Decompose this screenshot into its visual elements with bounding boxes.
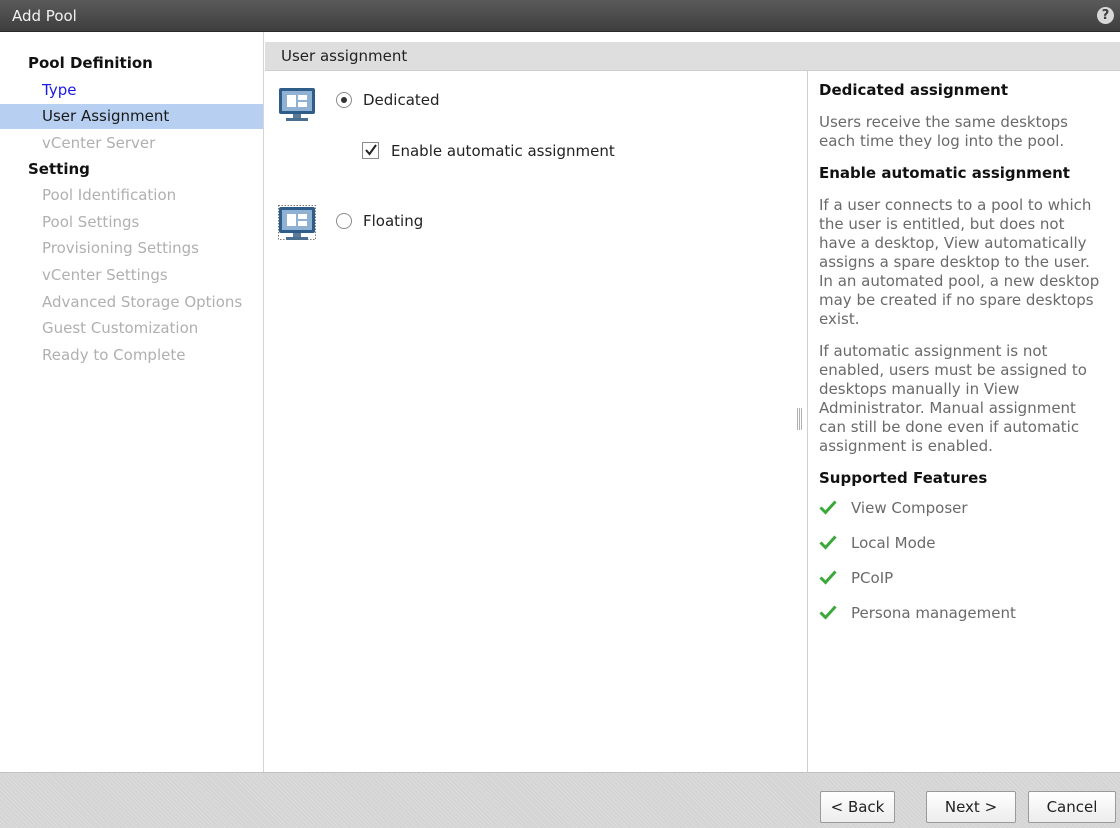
sidebar-item-guest-customization: Guest Customization: [42, 319, 199, 337]
floating-label[interactable]: Floating: [363, 212, 423, 230]
green-checkmark-icon: [819, 535, 837, 550]
help-panel: Dedicated assignment Users receive the s…: [808, 71, 1120, 772]
green-checkmark-icon: [819, 605, 837, 620]
title-bar: Add Pool ?: [0, 0, 1120, 32]
options-panel: Dedicated Enable automatic assignment Fl…: [265, 71, 807, 772]
next-button[interactable]: Next >: [926, 791, 1016, 823]
green-checkmark-icon: [819, 500, 837, 515]
help-auto-text-2: If automatic assignment is not enabled, …: [819, 342, 1087, 455]
dedicated-radio[interactable]: [336, 92, 352, 108]
section-setting: Setting: [28, 160, 90, 178]
feature-item: Local Mode: [819, 534, 1120, 569]
sidebar-item-pool-identification: Pool Identification: [42, 186, 177, 204]
sidebar-item-vcenter-settings: vCenter Settings: [42, 266, 168, 284]
desktop-icon: [278, 86, 316, 124]
feature-item: PCoIP: [819, 569, 1120, 604]
content-header: User assignment: [265, 42, 1120, 71]
feature-item: Persona management: [819, 604, 1120, 639]
help-auto-text: If a user connects to a pool to which th…: [819, 196, 1100, 328]
floating-radio[interactable]: [336, 213, 352, 229]
dedicated-label[interactable]: Dedicated: [363, 91, 440, 109]
window-title: Add Pool: [12, 7, 77, 25]
cancel-button[interactable]: Cancel: [1028, 791, 1116, 823]
sidebar-item-provisioning-settings: Provisioning Settings: [42, 239, 199, 257]
sidebar-item-ready-to-complete: Ready to Complete: [42, 346, 186, 364]
feature-item: View Composer: [819, 499, 1120, 534]
enable-automatic-assignment-checkbox[interactable]: [362, 142, 379, 159]
sidebar-item-user-assignment[interactable]: User Assignment: [0, 104, 263, 129]
sidebar-item-pool-settings: Pool Settings: [42, 213, 140, 231]
help-features-title: Supported Features: [819, 469, 988, 487]
question-icon[interactable]: ?: [1097, 7, 1114, 24]
wizard-footer: < Back Next > Cancel: [0, 772, 1120, 828]
help-dedicated-title: Dedicated assignment: [819, 81, 1009, 99]
help-dedicated-text: Users receive the same desktops each tim…: [819, 113, 1069, 150]
splitter-grip-icon[interactable]: [797, 408, 803, 430]
page-title: User assignment: [281, 47, 408, 65]
green-checkmark-icon: [819, 570, 837, 585]
help-auto-title: Enable automatic assignment: [819, 164, 1070, 182]
wizard-steps-sidebar: Pool Definition Type User Assignment vCe…: [0, 32, 264, 772]
enable-automatic-assignment-label[interactable]: Enable automatic assignment: [391, 142, 615, 160]
sidebar-item-vcenter-server: vCenter Server: [42, 134, 156, 152]
sidebar-item-advanced-storage-options: Advanced Storage Options: [42, 293, 243, 311]
desktop-icon: [278, 205, 316, 243]
section-pool-definition: Pool Definition: [28, 54, 153, 72]
back-button[interactable]: < Back: [820, 791, 895, 823]
sidebar-item-type[interactable]: Type: [0, 78, 263, 103]
